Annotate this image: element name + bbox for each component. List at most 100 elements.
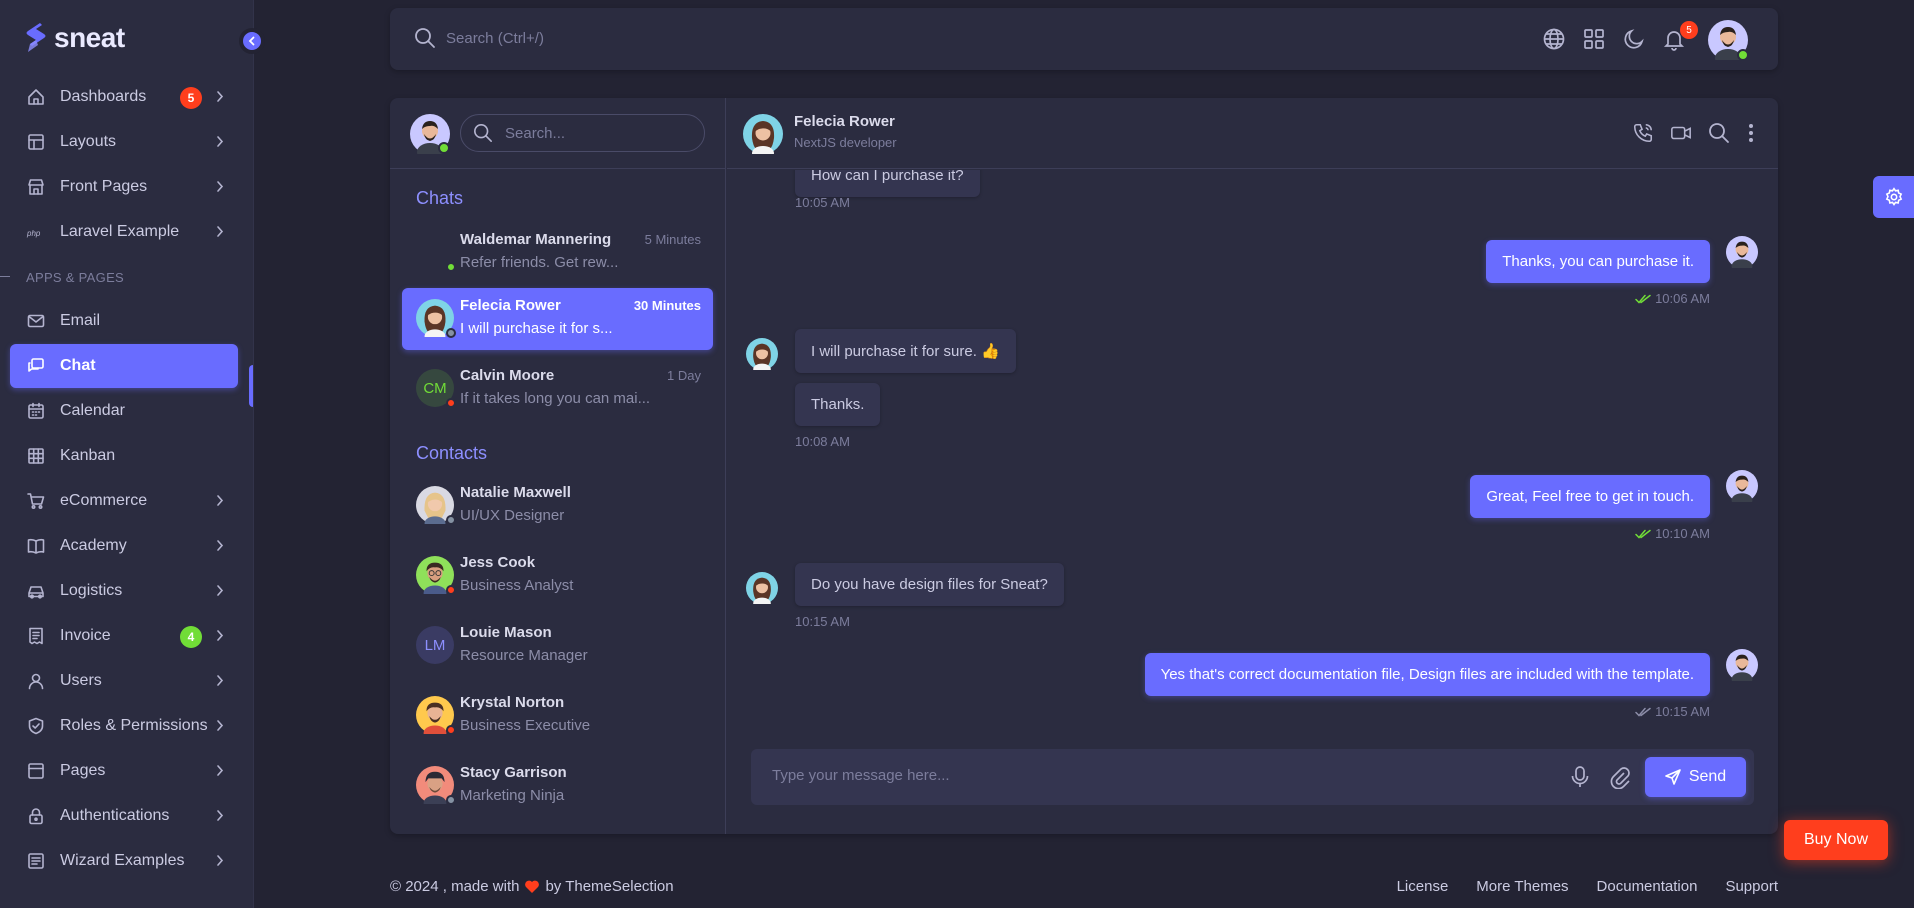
- status-dot: [446, 515, 456, 525]
- top-navbar: Search (Ctrl+/) 5: [390, 8, 1778, 70]
- sidebar-item-pages[interactable]: Pages: [10, 749, 238, 793]
- contact-item[interactable]: Jess Cook Business Analyst: [402, 545, 713, 607]
- send-icon: [1665, 769, 1681, 785]
- wizard-icon: [26, 851, 46, 871]
- sidebar-item-label: Layouts: [60, 133, 117, 150]
- sidebar-item-logistics[interactable]: Logistics: [10, 569, 238, 613]
- global-search[interactable]: Search (Ctrl+/): [414, 27, 544, 49]
- sidebar-item-label: Wizard Examples: [60, 852, 185, 869]
- sidebar-item-label: Email: [60, 312, 101, 329]
- sidebar-item-label: Roles & Permissions: [60, 717, 208, 734]
- more-options-icon[interactable]: [1748, 122, 1754, 144]
- video-call-icon[interactable]: [1670, 122, 1692, 144]
- chat-name: Calvin Moore: [460, 367, 555, 384]
- sneat-logo-icon: [26, 23, 46, 52]
- message-time: 10:15 AM: [795, 614, 850, 629]
- message-time: 10:06 AM: [1635, 291, 1710, 306]
- footer-link-more-themes[interactable]: More Themes: [1476, 878, 1568, 895]
- lock-icon: [26, 806, 46, 826]
- sidebar-item-front-pages[interactable]: Front Pages: [10, 165, 238, 209]
- status-dot: [446, 328, 456, 338]
- chat-item[interactable]: Waldemar Mannering Refer friends. Get rew…: [402, 222, 713, 284]
- sidebar-item-roles-permissions[interactable]: Roles & Permissions: [10, 704, 238, 748]
- copyright-author[interactable]: by ThemeSelection: [545, 878, 673, 895]
- sidebar-item-label: Kanban: [60, 447, 116, 464]
- contact-role: Marketing Ninja: [460, 787, 565, 804]
- sidebar-item-label: Users: [60, 672, 102, 689]
- footer-link-documentation[interactable]: Documentation: [1597, 878, 1698, 895]
- sidebar-item-users[interactable]: Users: [10, 659, 238, 703]
- search-icon[interactable]: [1708, 122, 1730, 144]
- sidebar-item-ecommerce[interactable]: eCommerce: [10, 479, 238, 523]
- svg-text:php: php: [26, 229, 41, 238]
- sidebar-item-kanban[interactable]: Kanban: [10, 434, 238, 478]
- microphone-icon[interactable]: [1569, 765, 1591, 789]
- chat-preview: Refer friends. Get rew...: [460, 254, 619, 271]
- contact-name: Louie Mason: [460, 624, 552, 641]
- contacts-section-title: Contacts: [416, 443, 488, 463]
- chat-name: Waldemar Mannering: [460, 231, 612, 248]
- incoming-message: Thanks.: [795, 383, 881, 426]
- attachment-icon[interactable]: [1609, 765, 1633, 789]
- footer-link-support[interactable]: Support: [1725, 878, 1778, 895]
- buy-now-button[interactable]: Buy Now: [1784, 820, 1888, 860]
- message-input[interactable]: [772, 767, 1552, 784]
- chevron-right-icon: [216, 629, 224, 642]
- sidebar-item-layouts[interactable]: Layouts: [10, 120, 238, 164]
- avatar: CM: [416, 369, 456, 408]
- contact-item[interactable]: Krystal Norton Business Executive: [402, 685, 713, 747]
- language-icon[interactable]: [1542, 27, 1566, 51]
- message-time-text: 10:05 AM: [795, 195, 850, 210]
- avatar: [416, 299, 456, 338]
- contact-item[interactable]: Stacy Garrison Marketing Ninja: [402, 755, 713, 817]
- contact-name: Natalie Maxwell: [460, 484, 571, 501]
- chevron-right-icon: [216, 764, 224, 777]
- read-receipt-icon: [1635, 294, 1651, 304]
- my-avatar[interactable]: [410, 114, 450, 154]
- avatar: [416, 233, 456, 272]
- sidebar-item-email[interactable]: Email: [10, 299, 238, 343]
- sidebar-item-laravel-example[interactable]: php Laravel Example: [10, 210, 238, 254]
- user-avatar[interactable]: [1708, 20, 1749, 61]
- sidebar-item-dashboards[interactable]: Dashboards 5: [10, 75, 238, 119]
- sidebar-item-academy[interactable]: Academy: [10, 524, 238, 568]
- shortcuts-icon[interactable]: [1582, 27, 1606, 51]
- sidebar-collapse-button[interactable]: [239, 28, 265, 54]
- conversation-avatar[interactable]: [743, 114, 783, 154]
- sidebar-item-calendar[interactable]: Calendar: [10, 389, 238, 433]
- avatar: [416, 696, 456, 735]
- outgoing-message: Great, Feel free to get in touch.: [1470, 475, 1710, 518]
- chevron-right-icon: [216, 809, 224, 822]
- sidebar-item-wizard-examples[interactable]: Wizard Examples: [10, 839, 238, 883]
- phone-call-icon[interactable]: [1632, 122, 1654, 144]
- conversation-role: NextJS developer: [794, 135, 897, 150]
- brand-logo[interactable]: sneat: [24, 22, 125, 54]
- footer-link-license[interactable]: License: [1397, 878, 1449, 895]
- chat-item[interactable]: CM Calvin Moore If it takes long you can m…: [402, 358, 713, 420]
- chevron-right-icon: [216, 180, 224, 193]
- dark-mode-icon[interactable]: [1622, 27, 1646, 51]
- contact-item[interactable]: LM Louie Mason Resource Manager: [402, 615, 713, 677]
- sidebar-item-invoice[interactable]: Invoice 4: [10, 614, 238, 658]
- sidebar-menu: Dashboards 5 Layouts Front Pages php Laravel …: [0, 75, 238, 884]
- incoming-message: Do you have design files for Sneat?: [795, 563, 1064, 606]
- conversation-header: Felecia Rower NextJS developer: [727, 98, 1778, 169]
- template-customizer-button[interactable]: [1873, 176, 1914, 218]
- message-avatar: [1726, 470, 1758, 502]
- sidebar-item-badge: 5: [180, 87, 202, 109]
- send-button[interactable]: Send: [1645, 757, 1746, 797]
- chevron-right-icon: [216, 674, 224, 687]
- contact-role: Resource Manager: [460, 647, 588, 664]
- sidebar-item-chat[interactable]: Chat: [10, 344, 238, 388]
- chat-item[interactable]: Felecia Rower I will purchase it for s...…: [402, 288, 713, 350]
- car-icon: [26, 581, 46, 601]
- php-icon: php: [26, 222, 46, 242]
- chat-search-input[interactable]: Search...: [460, 114, 705, 152]
- chat-time: 5 Minutes: [644, 232, 701, 247]
- sidebar-item-authentications[interactable]: Authentications: [10, 794, 238, 838]
- message-time-text: 10:06 AM: [1655, 291, 1710, 306]
- contact-item[interactable]: Natalie Maxwell UI/UX Designer: [402, 475, 713, 537]
- gear-icon: [1885, 187, 1902, 206]
- chevron-right-icon: [216, 719, 224, 732]
- message-avatar: [1726, 236, 1758, 268]
